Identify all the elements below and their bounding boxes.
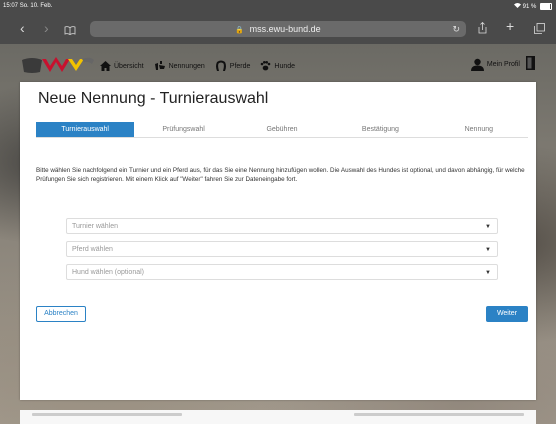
pferd-select[interactable]: Pferd wählen ▼ [66,241,498,257]
cancel-button[interactable]: Abbrechen [36,306,86,322]
ewu-logo[interactable] [20,54,96,76]
step-bestaetigung: Bestätigung [361,126,399,133]
page-title: Neue Nennung - Turnierauswahl [38,90,269,107]
next-button[interactable]: Weiter [486,306,528,322]
site-header: Übersicht Nennungen Pferde Hunde Mein Pr… [20,54,536,76]
step-pruefungswahl: Prüfungswahl [162,126,205,133]
step-gebuehren: Gebühren [266,126,298,133]
step-indicator: Turnierauswahl Prüfungswahl Gebühren Bes… [36,122,528,138]
status-time: 15:07 So. 10. Feb. [3,3,52,9]
nav-item-hunde[interactable]: Hunde [260,61,295,71]
main-navigation: Übersicht Nennungen Pferde Hunde [100,58,305,74]
battery-percent: 91 % [522,4,537,11]
footer-right-text [354,413,524,416]
browser-toolbar: ‹ › 🔒 mss.ewu-bund.de ↻ + [0,14,556,44]
page-footer [20,410,536,424]
turnier-select-placeholder: Turnier wählen [72,223,119,230]
pferd-select-placeholder: Pferd wählen [72,246,113,253]
nav-label: Nennungen [168,62,205,70]
hund-select[interactable]: Hund wählen (optional) ▼ [66,264,498,280]
turnier-select[interactable]: Turnier wählen ▼ [66,218,498,234]
nav-label: Pferde [229,62,251,70]
chevron-down-icon: ▼ [485,247,491,253]
chevron-down-icon: ▼ [485,224,491,230]
status-bar: 15:07 So. 10. Feb. 91 % [0,0,556,14]
footer-left-text [32,413,182,416]
logout-icon[interactable] [526,56,536,75]
forward-icon[interactable]: › [44,21,49,35]
rider-icon [154,61,165,70]
new-tab-icon[interactable]: + [506,19,514,33]
hund-select-placeholder: Hund wählen (optional) [72,269,144,276]
bookmarks-icon[interactable] [64,23,76,37]
profile-link[interactable]: Mein Profil [470,58,520,71]
date-label: So. 10. Feb. [19,3,53,9]
step-turnierauswahl: Turnierauswahl [36,122,135,137]
intro-text: Bitte wählen Sie nachfolgend ein Turnier… [36,167,525,183]
url-text: mss.ewu-bund.de [249,24,321,34]
nav-label: Hunde [274,62,296,70]
nav-item-pferde[interactable]: Pferde [215,60,251,72]
wifi-icon [513,3,523,10]
share-icon[interactable] [478,21,487,36]
main-panel: Neue Nennung - Turnierauswahl Turnieraus… [20,82,536,400]
time-label: 15:07 [3,3,19,9]
profile-label: Mein Profil [486,61,520,68]
home-icon [100,61,111,71]
status-right: 91 % [513,3,552,11]
tabs-icon[interactable] [534,22,545,36]
paw-icon [261,61,271,71]
reload-icon[interactable]: ↻ [452,21,460,37]
nav-label: Übersicht [114,62,144,70]
nav-item-nennungen[interactable]: Nennungen [154,61,205,71]
back-icon[interactable]: ‹ [20,21,25,35]
step-nennung: Nennung [464,126,494,133]
user-icon [470,58,484,71]
battery-icon [540,3,552,10]
lock-icon: 🔒 [235,27,245,34]
horseshoe-icon [215,60,226,71]
url-field[interactable]: 🔒 mss.ewu-bund.de ↻ [90,21,466,37]
chevron-down-icon: ▼ [485,270,491,276]
nav-item-overview[interactable]: Übersicht [100,61,144,71]
